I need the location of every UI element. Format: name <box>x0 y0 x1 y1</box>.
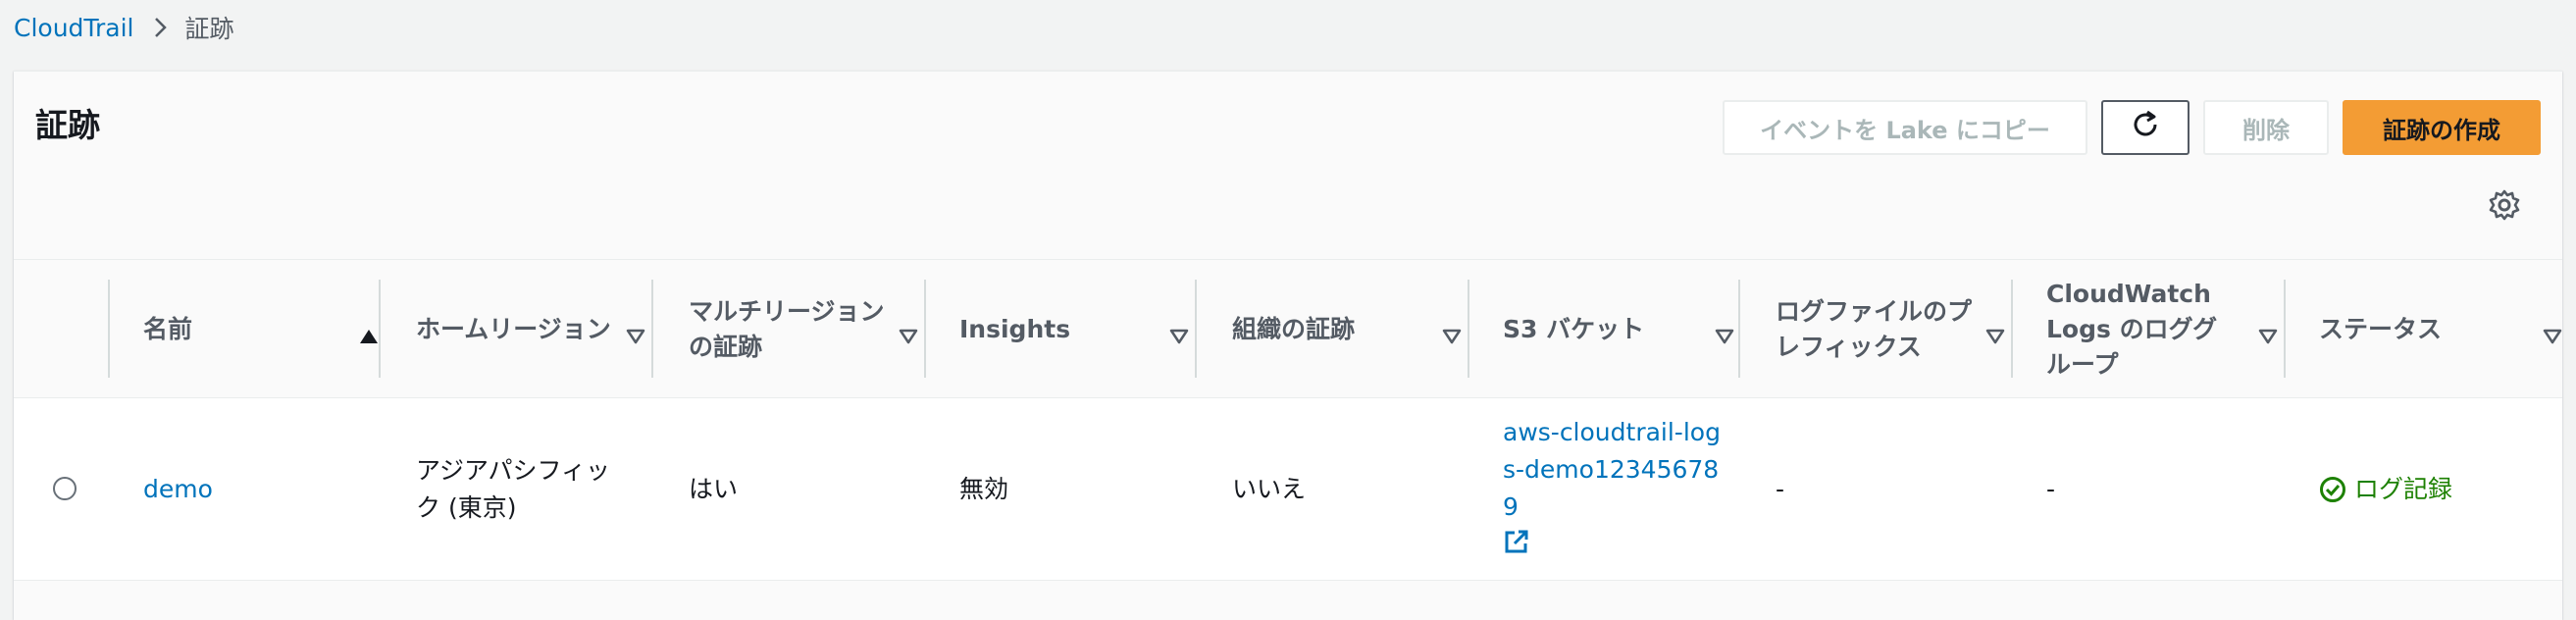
column-header-organization-trail[interactable]: 組織の証跡 <box>1232 260 1483 399</box>
column-divider <box>1195 280 1197 378</box>
header-actions: イベントを Lake にコピー 削除 証跡の作成 <box>1723 100 2541 155</box>
column-label: ログファイルのプレフィックス <box>1776 297 1973 361</box>
column-header-log-prefix[interactable]: ログファイルのプレフィックス <box>1776 260 2027 399</box>
table-header: 名前 ホームリージョン マルチリージョンの証跡 Insights 組織の証跡 S… <box>14 259 2562 398</box>
column-label: マルチリージョンの証跡 <box>689 297 885 361</box>
gear-icon[interactable] <box>2488 188 2521 222</box>
sort-caret-down-icon <box>626 319 645 354</box>
trail-name-link[interactable]: demo <box>143 398 213 581</box>
organization-trail-cell: いいえ <box>1232 475 1307 503</box>
column-divider <box>1468 280 1469 378</box>
sort-caret-down-icon <box>1442 319 1462 354</box>
breadcrumb-current: 証跡 <box>184 15 234 43</box>
page-title: 証跡 <box>35 106 100 144</box>
copy-to-lake-button[interactable]: イベントを Lake にコピー <box>1723 100 2087 155</box>
column-label: S3 バケット <box>1503 315 1645 343</box>
column-label: CloudWatch Logs のロググループ <box>2046 280 2218 379</box>
external-link-icon[interactable] <box>1503 528 1728 566</box>
column-divider <box>1738 280 1740 378</box>
cloudwatch-log-group-cell: - <box>2046 475 2056 503</box>
check-circle-icon <box>2319 476 2346 503</box>
column-divider <box>108 280 110 378</box>
column-divider <box>651 280 653 378</box>
column-label: 組織の証跡 <box>1232 315 1356 343</box>
column-header-multi-region[interactable]: マルチリージョンの証跡 <box>689 260 940 399</box>
s3-bucket-cell: aws-cloudtrail-logs-demo123456789 <box>1503 414 1728 566</box>
table-row: demo アジアパシフィック (東京) はい 無効 いいえ aws-cloudt… <box>14 398 2562 581</box>
sort-caret-down-icon <box>1985 319 2005 354</box>
s3-bucket-link[interactable]: aws-cloudtrail-logs-demo123456789 <box>1503 418 1721 521</box>
sort-caret-down-icon <box>2543 319 2562 354</box>
delete-button[interactable]: 削除 <box>2203 100 2329 155</box>
column-header-status[interactable]: ステータス <box>2319 260 2562 399</box>
column-divider <box>379 280 381 378</box>
breadcrumb: CloudTrail 証跡 <box>14 10 234 45</box>
column-header-home-region[interactable]: ホームリージョン <box>416 260 667 399</box>
sort-caret-down-icon <box>1715 319 1734 354</box>
refresh-icon <box>2130 109 2161 146</box>
multi-region-cell: はい <box>689 475 739 503</box>
sort-ascending-icon <box>359 319 379 354</box>
row-select-radio[interactable] <box>53 477 77 500</box>
chevron-right-icon <box>154 17 168 38</box>
column-label: 名前 <box>143 315 193 343</box>
column-divider <box>924 280 926 378</box>
create-trail-button[interactable]: 証跡の作成 <box>2343 100 2541 155</box>
refresh-button[interactable] <box>2101 100 2190 155</box>
column-header-cloudwatch-log-group[interactable]: CloudWatch Logs のロググループ <box>2046 260 2299 399</box>
column-label: ステータス <box>2319 315 2443 343</box>
column-header-insights[interactable]: Insights <box>959 260 1211 399</box>
insights-cell: 無効 <box>959 475 1009 503</box>
column-header-s3-bucket[interactable]: S3 バケット <box>1503 260 1756 399</box>
column-header-name[interactable]: 名前 <box>143 260 400 399</box>
sort-caret-down-icon <box>2258 319 2278 354</box>
home-region-cell: アジアパシフィック (東京) <box>416 456 611 522</box>
column-label: ホームリージョン <box>416 315 611 343</box>
status-badge: ログ記録 <box>2319 398 2452 581</box>
column-label: Insights <box>959 315 1071 343</box>
sort-caret-down-icon <box>1169 319 1189 354</box>
log-prefix-cell: - <box>1776 475 1785 503</box>
column-divider <box>2284 280 2286 378</box>
breadcrumb-cloudtrail-link[interactable]: CloudTrail <box>14 14 134 42</box>
status-text: ログ記録 <box>2354 475 2453 503</box>
sort-caret-down-icon <box>899 319 918 354</box>
column-divider <box>2011 280 2013 378</box>
